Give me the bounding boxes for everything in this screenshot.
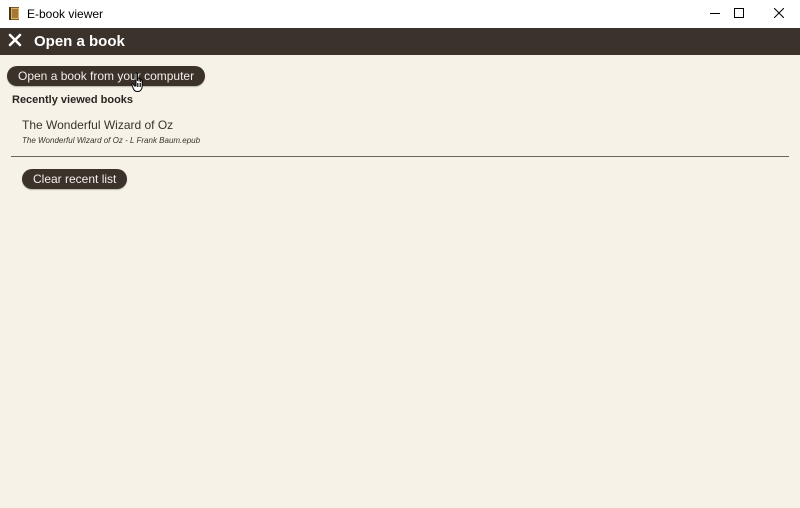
recent-book-title[interactable]: The Wonderful Wizard of Oz bbox=[22, 118, 173, 132]
close-icon bbox=[773, 5, 785, 23]
close-window-button[interactable] bbox=[756, 0, 800, 28]
open-book-button[interactable]: Open a book from your computer bbox=[7, 66, 206, 86]
ebook-viewer-icon bbox=[8, 6, 22, 21]
window-titlebar: E-book viewer bbox=[0, 0, 800, 28]
maximize-icon bbox=[734, 5, 744, 23]
page-title: Open a book bbox=[34, 33, 125, 50]
divider bbox=[11, 156, 789, 157]
ebook-viewer-window: E-book viewer Open a book Open a book fr… bbox=[0, 0, 800, 508]
recent-book-item[interactable]: The Wonderful Wizard of Oz The Wonderful… bbox=[22, 116, 722, 150]
clear-recent-button[interactable]: Clear recent list bbox=[22, 169, 128, 189]
recent-book-file: The Wonderful Wizard of Oz - L Frank Bau… bbox=[22, 136, 201, 145]
close-icon[interactable] bbox=[8, 33, 22, 47]
window-title: E-book viewer bbox=[27, 7, 104, 21]
recent-books-heading: Recently viewed books bbox=[12, 94, 134, 106]
app-header: Open a book bbox=[0, 28, 800, 55]
